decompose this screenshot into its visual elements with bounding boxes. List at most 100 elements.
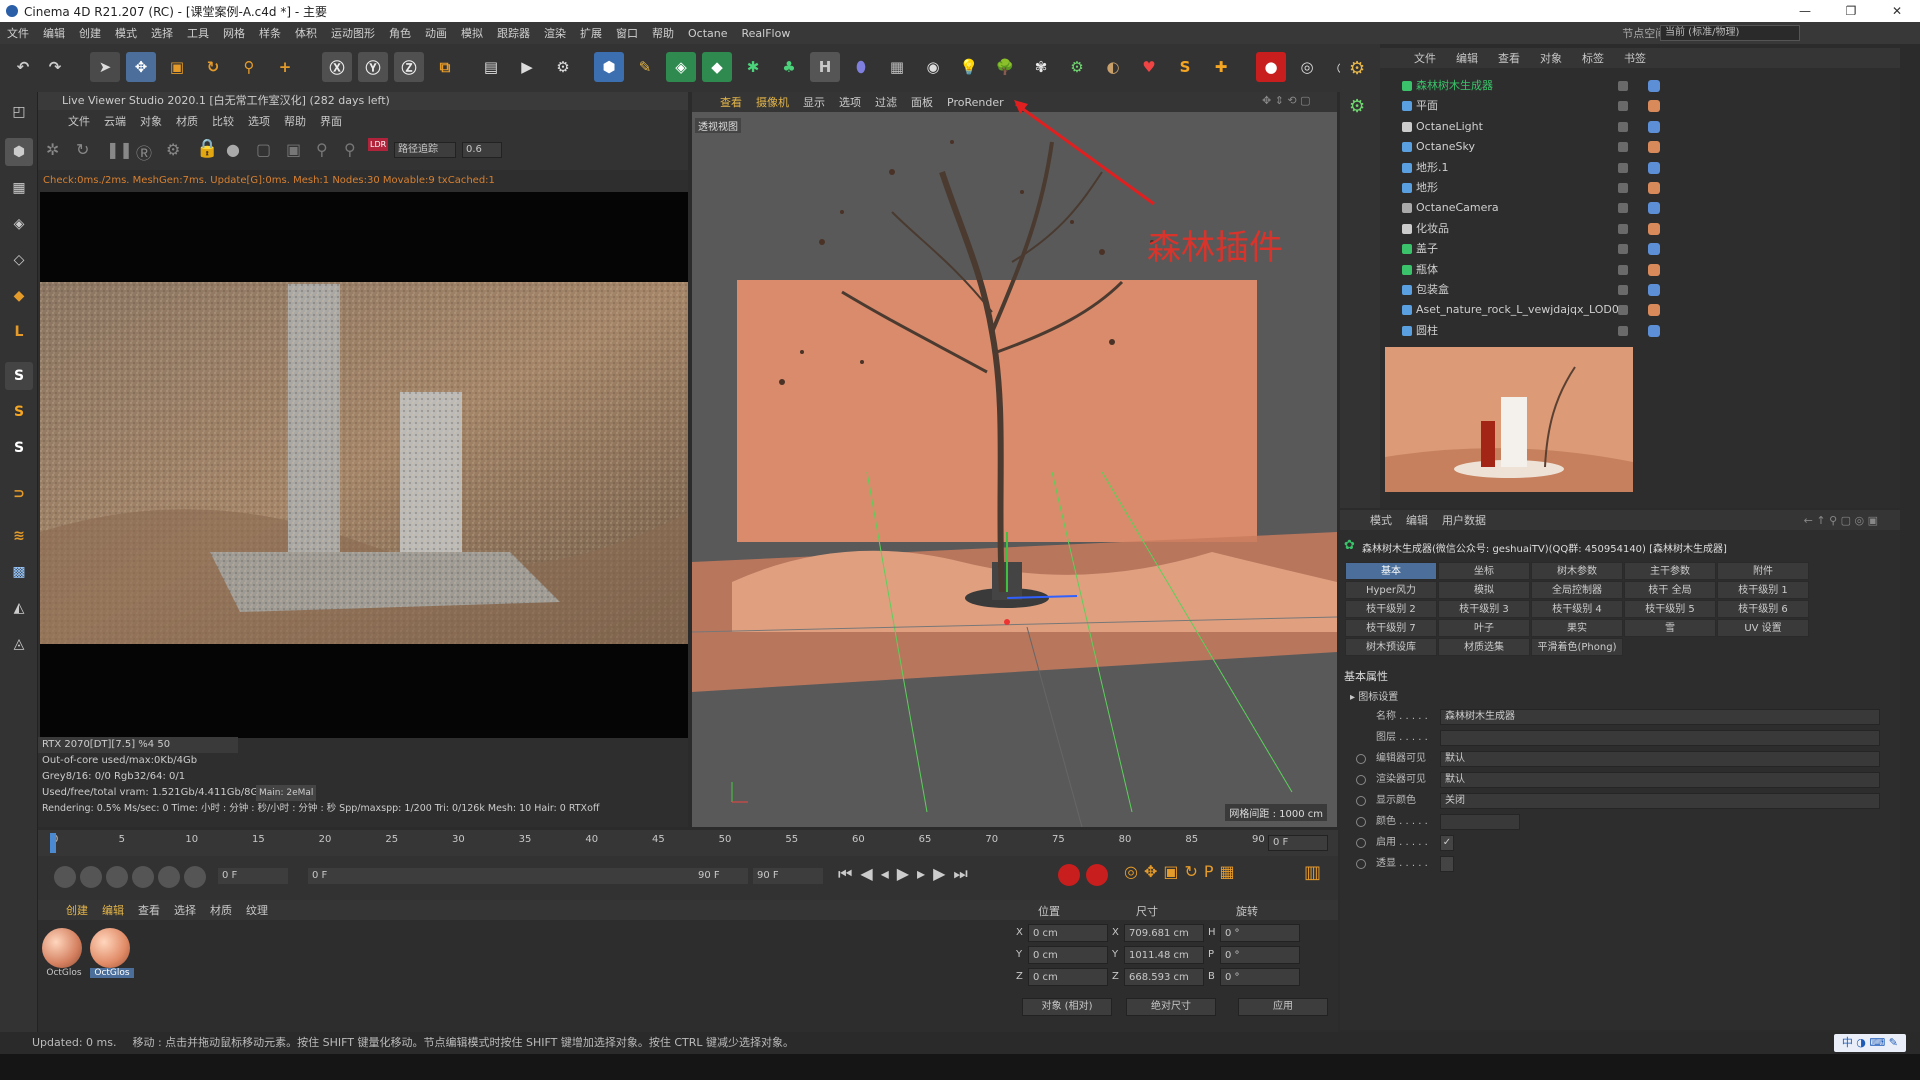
make-editable-icon[interactable]: ◰	[5, 98, 33, 126]
attr-subsection[interactable]: ▸ 图标设置	[1350, 688, 1398, 703]
attr-field-value[interactable]	[1440, 814, 1520, 830]
object-row[interactable]: 地形.1	[1380, 158, 1900, 178]
maximize-button[interactable]: ❐	[1828, 0, 1874, 22]
material-tag-icon[interactable]	[1648, 161, 1660, 174]
lv-ldr-icon[interactable]: LDR	[368, 138, 389, 151]
select-tool-icon[interactable]: ➤	[90, 52, 120, 82]
lv-settings-icon[interactable]: ✲	[46, 140, 59, 159]
settings-green-icon[interactable]: ⚙	[1062, 52, 1092, 82]
key-sphere-5-icon[interactable]	[158, 866, 180, 888]
visibility-toggle[interactable]	[1618, 101, 1628, 112]
x-axis-icon[interactable]: Ⓧ	[322, 52, 352, 82]
material-tag-icon[interactable]	[1648, 243, 1660, 256]
vp-menu-options[interactable]: 选项	[839, 94, 861, 110]
visibility-toggle[interactable]	[1618, 223, 1628, 234]
rotation-field[interactable]: 0 °	[1220, 924, 1300, 942]
attr-tab[interactable]: 平滑着色(Phong)	[1531, 638, 1623, 656]
octane-render-icon[interactable]: ◎	[1292, 52, 1322, 82]
size-field[interactable]: 709.681 cm	[1124, 924, 1204, 942]
key-sphere-4-icon[interactable]	[132, 866, 154, 888]
timeline-frame-field[interactable]: 0 F	[1268, 835, 1328, 851]
object-row[interactable]: 包装盒	[1380, 280, 1900, 300]
deformer-icon[interactable]: ✱	[738, 52, 768, 82]
field-icon[interactable]: H	[810, 52, 840, 82]
visibility-toggle[interactable]	[1618, 121, 1628, 132]
recent-tool-icon[interactable]: ⚲	[234, 52, 264, 82]
material-tag-icon[interactable]	[1648, 222, 1660, 235]
attr-tab[interactable]: 枝干级别 4	[1531, 600, 1623, 618]
animate-key-icon[interactable]	[1356, 838, 1366, 848]
material-tag-icon[interactable]	[1648, 80, 1660, 92]
attr-field-value[interactable]: 关闭	[1440, 793, 1880, 809]
render-region-icon[interactable]: ▤	[476, 52, 506, 82]
object-row[interactable]: OctaneSky	[1380, 137, 1900, 157]
lv-menu-compare[interactable]: 比较	[212, 113, 234, 129]
quantize-icon[interactable]: ◬	[5, 630, 33, 658]
menu-extensions[interactable]: 扩展	[573, 25, 609, 41]
magnet-tool-icon[interactable]: ⊃	[5, 480, 33, 508]
attr-tab[interactable]: 全局控制器	[1531, 581, 1623, 599]
visibility-toggle[interactable]	[1618, 203, 1628, 214]
lv-menu-options[interactable]: 选项	[248, 113, 270, 129]
animate-key-icon[interactable]	[1356, 775, 1366, 785]
material-tag-icon[interactable]	[1648, 202, 1660, 215]
rotation-field[interactable]: 0 °	[1220, 968, 1300, 986]
s-tool-3-icon[interactable]: S	[5, 434, 33, 462]
vp-menu-prorender[interactable]: ProRender	[947, 96, 1004, 109]
attr-tab[interactable]: 枝干级别 5	[1624, 600, 1716, 618]
autokey-icon[interactable]	[1086, 864, 1108, 886]
attr-field-value[interactable]: 森林树木生成器	[1440, 709, 1880, 725]
attr-menu-userdata[interactable]: 用户数据	[1442, 512, 1486, 528]
key-sphere-2-icon[interactable]	[80, 866, 102, 888]
rig-icon[interactable]: ✚	[1206, 52, 1236, 82]
z-axis-icon[interactable]: Ⓩ	[394, 52, 424, 82]
tree-plugin-icon[interactable]: ✾	[1026, 52, 1056, 82]
ime-indicator[interactable]: 中 ◑ ⌨ ✎	[1833, 1034, 1906, 1052]
menu-mode[interactable]: 模式	[108, 25, 144, 41]
subdivision-icon[interactable]: ◈	[666, 52, 696, 82]
lv-pin-icon[interactable]: ⚲	[316, 140, 328, 159]
visibility-toggle[interactable]	[1618, 81, 1628, 91]
lv-menu-cloud[interactable]: 云端	[104, 113, 126, 129]
visibility-toggle[interactable]	[1618, 305, 1628, 316]
record-key-icon[interactable]	[1058, 864, 1080, 886]
material-tag-icon[interactable]	[1648, 182, 1660, 194]
attr-tab[interactable]: 枝干级别 6	[1717, 600, 1809, 618]
menu-render[interactable]: 渲染	[537, 25, 573, 41]
octane-green-icon[interactable]: ⚙	[1349, 96, 1365, 117]
lv-menu-objects[interactable]: 对象	[140, 113, 162, 129]
coord-system-icon[interactable]: ⧉	[430, 52, 460, 82]
material-tag-icon[interactable]	[1648, 100, 1660, 113]
material-tag-icon[interactable]	[1648, 263, 1660, 276]
material-item[interactable]: OctGlos	[42, 928, 86, 988]
workplane-icon[interactable]: ≋	[5, 522, 33, 550]
snap-icon[interactable]: ▩	[5, 558, 33, 586]
lv-region-icon[interactable]: Ⓡ	[136, 140, 152, 164]
menu-window[interactable]: 窗口	[609, 25, 645, 41]
vp-menu-display[interactable]: 显示	[803, 94, 825, 110]
om-menu-tags[interactable]: 标签	[1582, 50, 1604, 66]
grid-icon[interactable]: ▦	[882, 52, 912, 82]
animate-key-icon[interactable]	[1356, 754, 1366, 764]
key-sphere-1-icon[interactable]	[54, 866, 76, 888]
attr-menu-edit[interactable]: 编辑	[1406, 512, 1428, 528]
om-menu-view[interactable]: 查看	[1498, 50, 1520, 66]
menu-select[interactable]: 选择	[144, 25, 180, 41]
render-settings-icon[interactable]: ⚙	[548, 52, 578, 82]
start-frame-field[interactable]: 0 F	[218, 868, 288, 884]
size-field[interactable]: 668.593 cm	[1124, 968, 1204, 986]
object-row[interactable]: 平面	[1380, 96, 1900, 116]
visibility-toggle[interactable]	[1618, 264, 1628, 275]
apply-button[interactable]: 应用	[1238, 998, 1328, 1016]
om-menu-edit[interactable]: 编辑	[1456, 50, 1478, 66]
attr-menu-mode[interactable]: 模式	[1370, 512, 1392, 528]
mograph-icon[interactable]: ♣	[774, 52, 804, 82]
lv-menu-materials[interactable]: 材质	[176, 113, 198, 129]
transport-sphere-icons[interactable]	[52, 866, 208, 888]
move-tool-icon[interactable]: ✥	[126, 52, 156, 82]
mat-menu-create[interactable]: 创建	[66, 902, 88, 918]
object-row[interactable]: 地形	[1380, 178, 1900, 198]
scatter-icon[interactable]: ◐	[1098, 52, 1128, 82]
magnet-icon[interactable]: ♥	[1134, 52, 1164, 82]
animate-key-icon[interactable]	[1356, 796, 1366, 806]
